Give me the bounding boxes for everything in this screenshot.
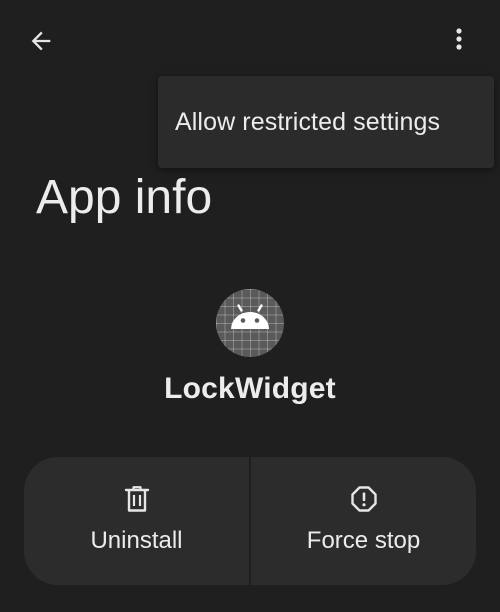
- overflow-menu: Allow restricted settings: [158, 76, 494, 168]
- trash-icon: [122, 484, 152, 514]
- alert-octagon-icon: [349, 484, 379, 514]
- action-buttons: Uninstall Force stop: [24, 457, 476, 585]
- page-title: App info: [36, 171, 213, 224]
- menu-item-allow-restricted-settings[interactable]: Allow restricted settings: [158, 76, 494, 168]
- back-button[interactable]: [22, 24, 60, 62]
- force-stop-label: Force stop: [306, 526, 421, 554]
- app-icon: [216, 289, 284, 357]
- uninstall-button[interactable]: Uninstall: [24, 457, 249, 585]
- uninstall-label: Uninstall: [90, 526, 183, 554]
- force-stop-button[interactable]: Force stop: [249, 457, 476, 585]
- app-name: LockWidget: [164, 372, 336, 405]
- more-options-button[interactable]: [440, 22, 478, 60]
- arrow-back-icon: [27, 27, 55, 60]
- more-vert-icon: [455, 27, 463, 56]
